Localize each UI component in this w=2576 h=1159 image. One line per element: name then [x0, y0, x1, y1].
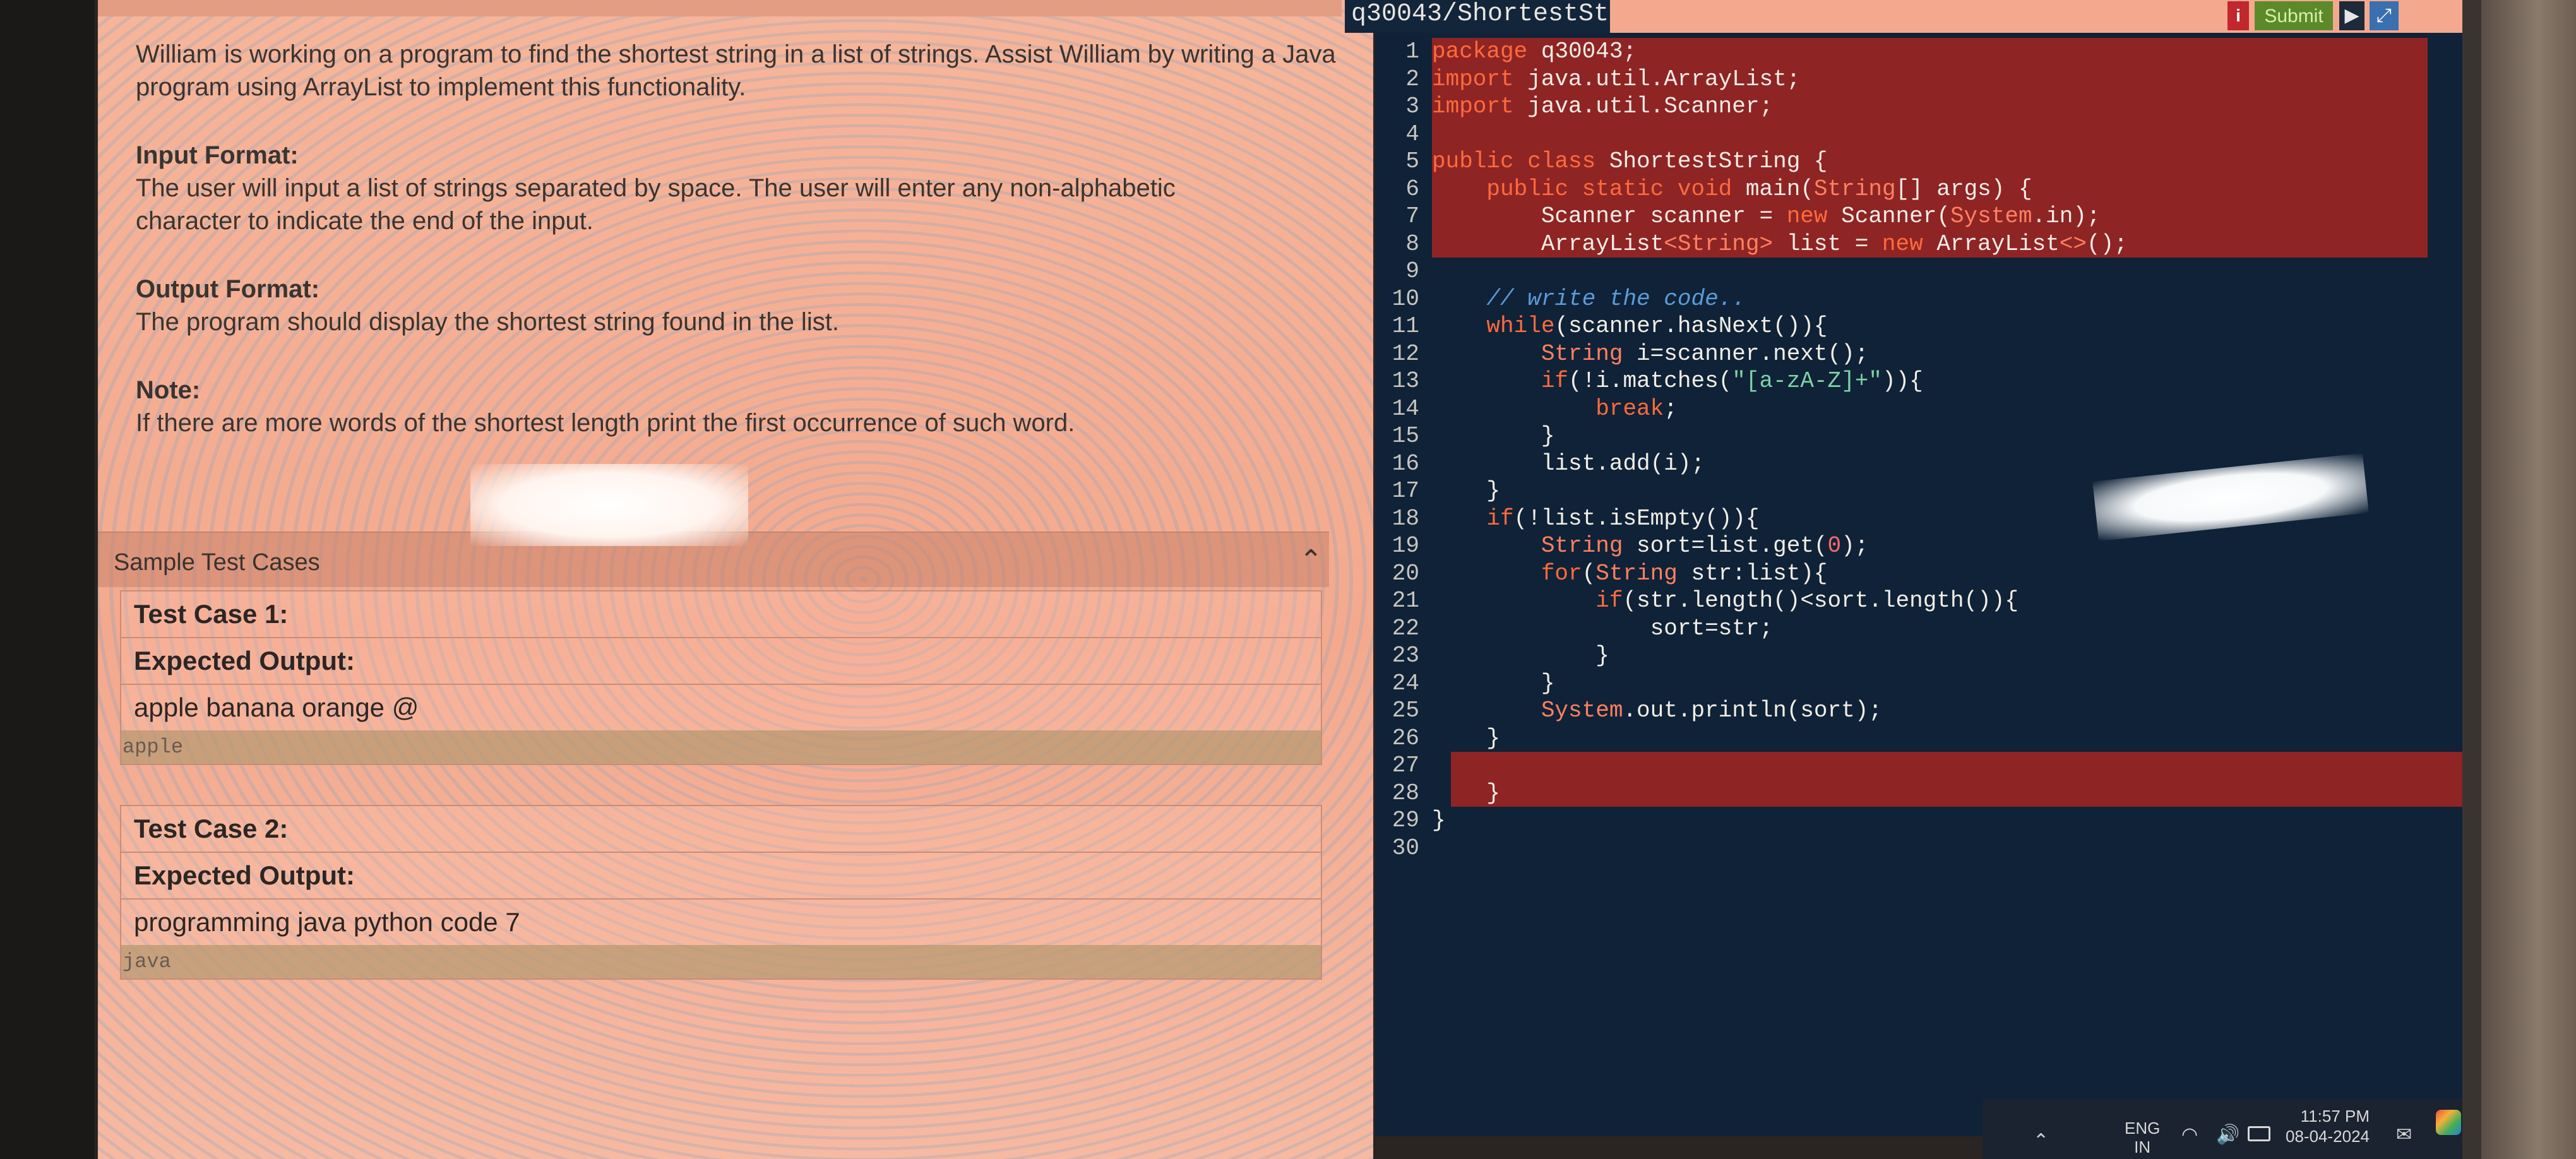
test-case-output: apple [121, 730, 1321, 764]
code-area[interactable]: 1 package q30043; 2 import java.util.Array… [1375, 38, 2462, 862]
info-button[interactable]: i [2227, 1, 2249, 30]
code-line: 10 // write the code.. [1392, 285, 1746, 312]
test-case-input: apple banana orange @ [134, 692, 419, 722]
test-case-title: Test Case 1: [134, 599, 289, 629]
wifi-icon[interactable]: ◠ [2181, 1124, 2198, 1146]
code-line: 28 } [1375, 779, 2462, 807]
code-line: 20 for(String str:list){ [1392, 560, 1828, 586]
code-line: 6 public static void main(String[] args)… [1375, 175, 2462, 203]
code-line: 24 } [1392, 670, 1555, 696]
background-wall [2481, 0, 2576, 1159]
app-icon[interactable] [2436, 1110, 2461, 1135]
code-line: 2 import java.util.ArrayList; [1375, 65, 2462, 93]
code-line: 8 ArrayList<String> list = new ArrayList… [1375, 230, 2462, 258]
code-line: 13 if(!i.matches("[a-zA-Z]+")){ [1392, 368, 1923, 394]
note-heading: Note: [136, 376, 201, 404]
submit-button[interactable]: Submit [2255, 1, 2333, 30]
volume-icon[interactable]: 🔊 [2216, 1124, 2239, 1146]
code-line: 3 import java.util.Scanner; [1375, 93, 2462, 121]
code-line: 22 sort=str; [1392, 615, 1774, 641]
input-format-heading: Input Format: [136, 141, 299, 169]
problem-statement: William is working on a program to find … [136, 38, 1386, 439]
code-line: 27 [1375, 752, 2462, 780]
code-line: 11 while(scanner.hasNext()){ [1392, 313, 1828, 339]
code-line: 1 package q30043; [1375, 38, 2462, 66]
code-line: 21 if(str.length()<sort.length()){ [1392, 588, 2018, 614]
code-line: 12 String i=scanner.next(); [1392, 340, 1869, 367]
output-format-text: The program should display the shortest … [136, 308, 839, 336]
test-case-title-row: Test Case 2: [121, 806, 1321, 853]
clock-date: 08-04-2024 [2286, 1127, 2370, 1146]
code-line: 7 Scanner scanner = new Scanner(System.i… [1375, 203, 2462, 230]
problem-panel: William is working on a program to find … [98, 0, 1373, 1159]
chevron-up-icon[interactable]: ⌃ [2033, 1130, 2049, 1152]
code-line: 29} [1392, 807, 1446, 833]
file-path-tab[interactable]: q30043/ShortestStrin [1345, 0, 1610, 33]
test-case-input: programming java python code 7 [134, 907, 520, 937]
code-editor[interactable]: q30043/ShortestStrin i Submit ▶ ⤢ 1packa… [1345, 0, 2462, 1136]
expected-output-row: Expected Output: [121, 638, 1321, 685]
test-case-card: Test Case 2: Expected Output: programmin… [120, 805, 1322, 980]
screen-glare [470, 464, 748, 546]
code-line: 5 public class ShortestString { [1375, 148, 2462, 175]
expected-output-label: Expected Output: [134, 646, 355, 675]
clock-time: 11:57 PM [2300, 1107, 2370, 1126]
problem-description: William is working on a program to find … [136, 40, 1336, 101]
code-line: 25 System.out.println(sort); [1392, 698, 1882, 723]
output-format-heading: Output Format: [136, 275, 320, 303]
expected-output-label: Expected Output: [134, 860, 355, 890]
expand-icon[interactable]: ⤢ [2370, 1, 2399, 30]
code-line: 30 [1392, 835, 1419, 861]
monitor-bezel [0, 0, 95, 1159]
notification-icon[interactable]: ✉ [2396, 1124, 2412, 1146]
code-line: 26 } [1392, 725, 1501, 751]
language-code: ENG [2125, 1119, 2161, 1138]
code-line: 15 } [1392, 423, 1555, 449]
code-line: 9 [1405, 258, 1419, 284]
sample-test-cases-label: Sample Test Cases [114, 549, 320, 576]
code-line: 14 break; [1392, 395, 1678, 422]
note-text: If there are more words of the shortest … [136, 409, 1075, 437]
code-line: 19 String sort=list.get(0); [1392, 533, 1869, 559]
code-line: 4 [1375, 120, 2462, 148]
test-case-output: java [121, 945, 1321, 978]
expected-output-row: Expected Output: [121, 853, 1321, 900]
region-code: IN [2134, 1138, 2151, 1156]
battery-icon[interactable] [2248, 1126, 2270, 1141]
test-case-card: Test Case 1: Expected Output: apple bana… [120, 590, 1322, 765]
problem-top-bar [98, 0, 1342, 16]
test-case-title: Test Case 2: [134, 814, 289, 843]
code-line: 23 } [1392, 643, 1609, 669]
chevron-up-icon[interactable]: ⌃ [1299, 544, 1323, 576]
system-clock[interactable]: 11:57 PM 08-04-2024 [2286, 1106, 2370, 1146]
input-format-text: The user will input a list of strings se… [136, 174, 1176, 235]
test-case-title-row: Test Case 1: [121, 591, 1321, 638]
language-indicator[interactable]: ENG IN [2125, 1119, 2160, 1156]
run-icon[interactable]: ▶ [2339, 1, 2364, 30]
